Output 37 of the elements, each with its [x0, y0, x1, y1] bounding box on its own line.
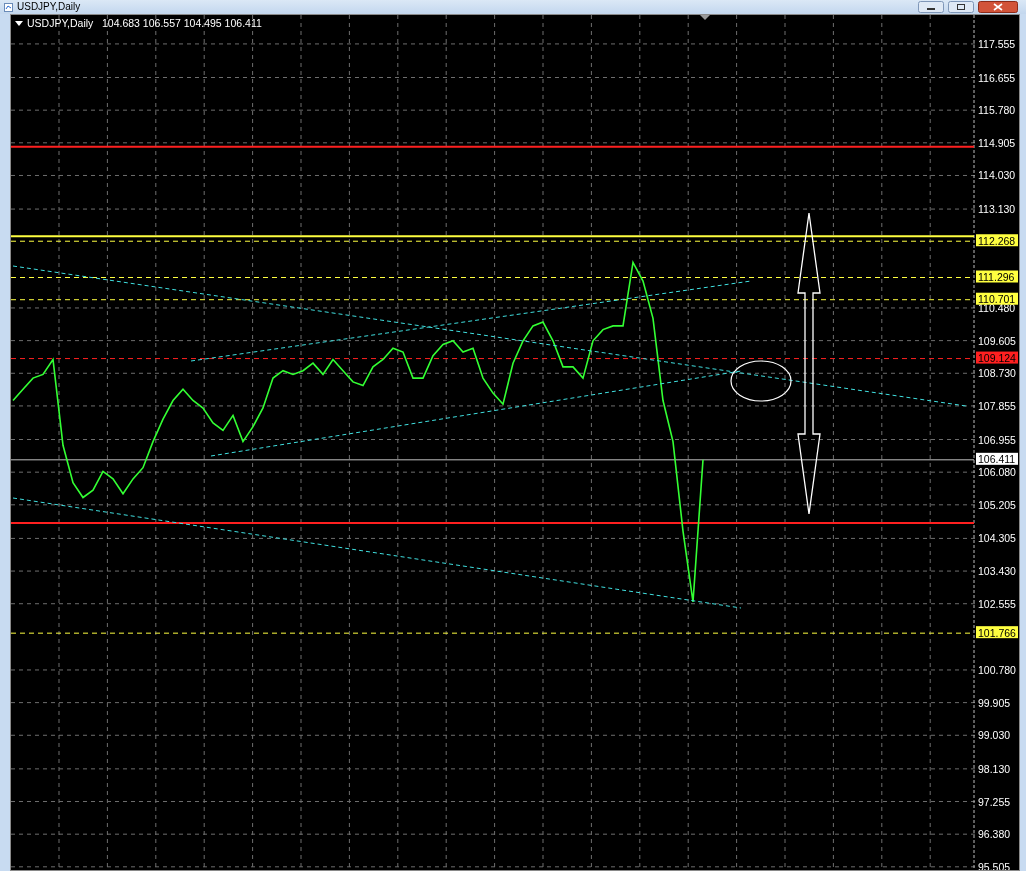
ohlc-values: 104.683 106.557 104.495 106.411: [102, 17, 262, 29]
price-tag: 109.124: [976, 351, 1018, 365]
price-tick-label: 107.855: [978, 399, 1016, 412]
price-tick-label: 106.080: [978, 466, 1016, 479]
price-tag: 110.701: [976, 292, 1018, 306]
symbol-label: USDJPY,Daily: [27, 17, 94, 29]
price-tick-label: 116.655: [978, 71, 1016, 84]
price-tick-label: 99.905: [978, 696, 1011, 709]
price-tag: 112.268: [976, 234, 1018, 247]
price-tick-label: 97.255: [978, 795, 1011, 808]
price-tick-label: 103.430: [978, 565, 1016, 578]
price-tick-label: 96.380: [978, 828, 1011, 841]
price-tick-label: 117.555: [978, 37, 1016, 50]
price-tick-label: 106.955: [978, 433, 1016, 446]
price-tag: 111.296: [976, 270, 1018, 283]
price-tick-label: 100.780: [978, 663, 1016, 676]
price-tick-label: 102.555: [978, 597, 1016, 610]
price-tick-label: 115.780: [978, 104, 1016, 117]
price-tick-label: 99.030: [978, 729, 1011, 742]
price-tick-label: 105.205: [978, 498, 1016, 511]
price-tick-label: 95.505: [978, 860, 1011, 870]
dropdown-icon[interactable]: [15, 21, 23, 26]
price-tick-label: 109.605: [978, 334, 1016, 347]
app-icon: [4, 2, 13, 12]
price-tick-label: 98.130: [978, 762, 1011, 775]
price-tick-label: 114.030: [978, 169, 1016, 182]
price-tag: 106.411: [976, 452, 1018, 466]
price-tick-label: 113.130: [978, 203, 1016, 216]
close-button[interactable]: [978, 1, 1018, 13]
price-tag: 101.766: [976, 626, 1018, 639]
price-tick-label: 114.905: [978, 136, 1016, 149]
price-tick-label: 108.730: [978, 367, 1016, 380]
window-title: USDJPY,Daily: [17, 0, 81, 14]
minimize-button[interactable]: [918, 1, 944, 13]
price-tick-label: 104.305: [978, 532, 1016, 545]
maximize-button[interactable]: [948, 1, 974, 13]
ellipse-shape: [730, 360, 792, 402]
